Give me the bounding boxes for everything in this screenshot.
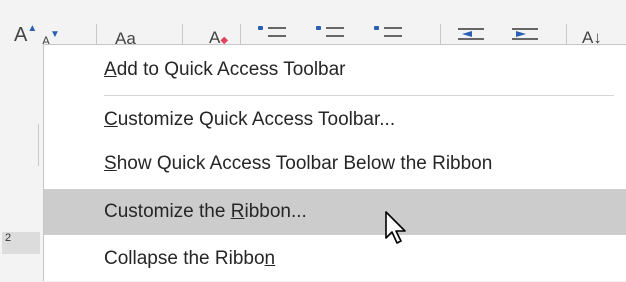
left-divider (38, 124, 39, 166)
increase-indent-icon[interactable] (512, 28, 540, 40)
menu-item-customize-quick-access-toolbar[interactable]: Customize Quick Access Toolbar... (44, 97, 626, 143)
grow-font-label: A (14, 24, 28, 46)
menu-item-text: ibbon... (244, 201, 307, 222)
numbering-icon[interactable] (316, 26, 346, 42)
menu-item-text: ustomize Quick Access Toolbar... (117, 109, 396, 130)
access-key: C (104, 109, 118, 130)
ruler-number: 2 (2, 232, 40, 254)
menu-item-text: Collapse the Ribbo (104, 248, 265, 269)
ribbon-context-menu: Add to Quick Access Toolbar Customize Qu… (43, 44, 626, 281)
menu-item-customize-the-ribbon[interactable]: Customize the Ribbon... (44, 189, 626, 235)
multilevel-list-icon[interactable] (374, 26, 404, 42)
ribbon-divider (440, 24, 441, 44)
menu-item-collapse-the-ribbon[interactable]: Collapse the Ribbon (44, 236, 626, 282)
ribbon-divider (566, 24, 567, 44)
grow-arrow-icon: ▲ (27, 23, 38, 34)
left-ruler-area: 2 (0, 44, 44, 281)
grow-font-button[interactable]: A▲ (14, 23, 38, 46)
menu-item-add-to-quick-access-toolbar[interactable]: Add to Quick Access Toolbar (44, 47, 626, 93)
ribbon-divider (182, 24, 183, 44)
access-key: A (104, 59, 117, 80)
menu-item-text: dd to Quick Access Toolbar (116, 59, 346, 80)
mouse-pointer-icon (385, 211, 406, 244)
ribbon-divider (240, 24, 241, 44)
menu-item-text: how Quick Access Toolbar Below the Ribbo… (116, 153, 493, 174)
access-key: R (230, 201, 245, 222)
menu-item-show-quick-access-toolbar-below-ribbon[interactable]: Show Quick Access Toolbar Below the Ribb… (44, 141, 626, 187)
ribbon: A▲ A▼ Aa A◆ A↓ (0, 0, 626, 48)
shrink-arrow-icon: ▼ (50, 29, 60, 40)
decrease-indent-icon[interactable] (458, 28, 486, 40)
menu-item-text: Customize the (104, 201, 231, 222)
bullets-icon[interactable] (258, 26, 288, 42)
access-key: n (264, 248, 276, 269)
menu-separator (104, 95, 614, 96)
access-key: S (104, 153, 117, 174)
ribbon-divider (96, 24, 97, 44)
